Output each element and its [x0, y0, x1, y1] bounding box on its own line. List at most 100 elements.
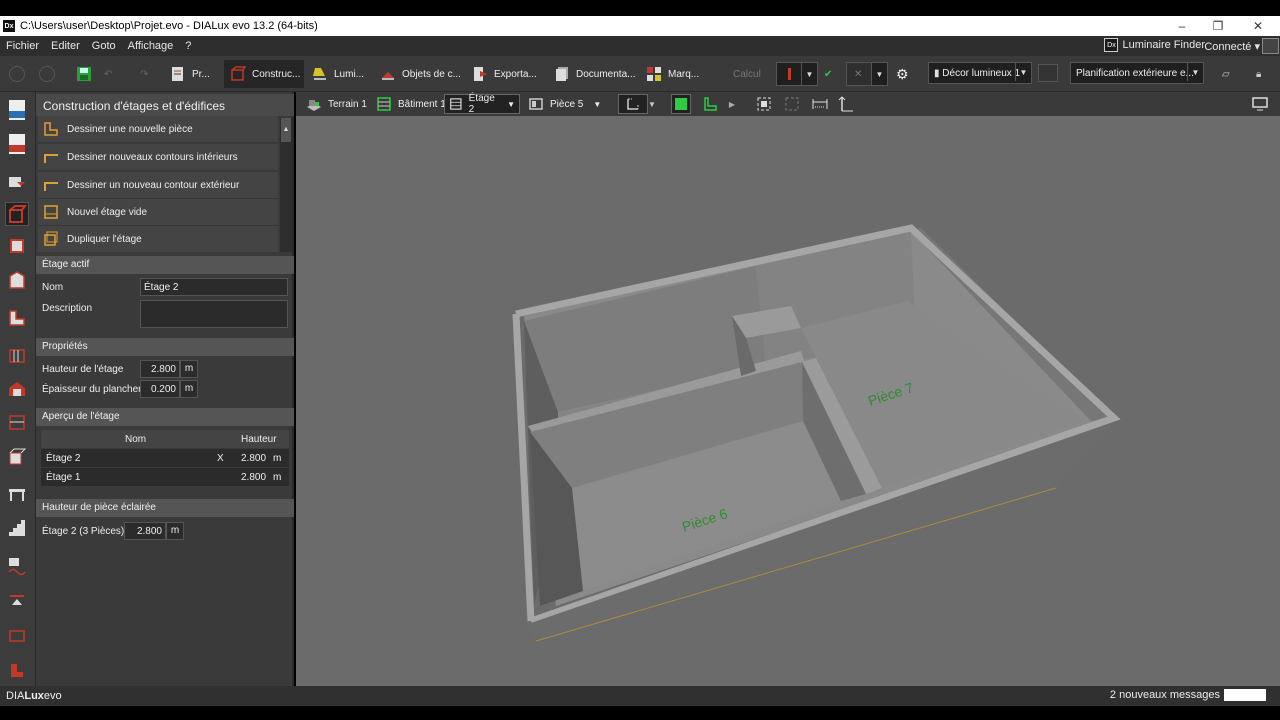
menu-editer[interactable]: Editer [45, 40, 86, 52]
3d-viewport[interactable]: Pièce 6 Pièce 7 [296, 116, 1280, 686]
stairs-icon[interactable] [5, 516, 29, 540]
actions-scrollbar[interactable]: ▲ [280, 118, 292, 252]
floor-height-input[interactable]: 2.800 [140, 360, 180, 378]
frame-icon[interactable] [5, 624, 29, 648]
back-icon[interactable] [9, 66, 25, 82]
documentation-icon [556, 67, 568, 81]
display-mode-button[interactable] [1250, 94, 1270, 114]
import-object-icon[interactable] [5, 170, 29, 194]
duplicate-floor-icon [44, 231, 58, 246]
chevron-down-icon: ▼ [593, 99, 602, 109]
draw-outer-contour-action[interactable]: Dessiner un nouveau contour extérieur [38, 172, 278, 199]
new-messages-link[interactable]: 2 nouveaux messages [1110, 689, 1220, 701]
arrow-down-icon[interactable] [5, 590, 29, 614]
room-icon[interactable] [5, 234, 29, 258]
tab-markers[interactable]: Marq... [646, 60, 706, 88]
minimize-button[interactable]: – [1164, 16, 1200, 36]
restore-button[interactable]: ❐ [1200, 16, 1236, 36]
dwg-import-icon[interactable] [5, 98, 29, 122]
floor-thickness-label: Épaisseur du plancher [42, 384, 142, 395]
save-button[interactable] [76, 60, 98, 88]
selection-icon [627, 98, 639, 110]
planning-dropdown[interactable]: Planification extérieure e... ▼ [1070, 62, 1204, 84]
cut-icon[interactable] [5, 410, 29, 434]
redo-button[interactable]: ↷ [140, 60, 148, 88]
tab-luminaires-label: Lumi... [334, 68, 365, 80]
scroll-up-arrow-icon[interactable]: ▲ [281, 118, 291, 142]
connected-status[interactable]: Connecté ▾ [1204, 40, 1260, 53]
cancel-dropdown[interactable]: ✕ ▼ [846, 62, 888, 86]
screen-top-band [0, 0, 1280, 16]
tab-project[interactable]: Pr... [170, 60, 222, 88]
zoom-selection-button[interactable] [782, 94, 802, 114]
brand-part-c: evo [43, 690, 62, 702]
measure-vertical-button[interactable] [836, 94, 856, 114]
floor-overview-section: Aperçu de l'étage [36, 408, 294, 426]
daylight-icon[interactable] [5, 556, 29, 580]
user-avatar[interactable] [1262, 38, 1279, 54]
description-input[interactable] [140, 300, 288, 328]
breadcrumb-label: Pièce 5 [550, 98, 584, 110]
action-label: Dessiner nouveaux contours intérieurs [67, 151, 238, 163]
undo-button[interactable]: ↶ [104, 60, 112, 88]
menu-affichage[interactable]: Affichage [122, 40, 180, 52]
lit-room-height-input[interactable]: 2.800 [124, 522, 166, 540]
fill-icon[interactable] [5, 658, 29, 682]
luminaire-finder-button[interactable]: Dx Luminaire Finder [1104, 38, 1205, 52]
table-row[interactable]: Étage 2 X 2.800 m [41, 449, 289, 468]
breadcrumb-building[interactable]: Bâtiment 1 [372, 94, 450, 114]
breadcrumb-label: Terrain 1 [328, 98, 367, 110]
close-button[interactable]: ✕ [1240, 16, 1276, 36]
ifc-import-icon[interactable] [5, 132, 29, 156]
row-delete-mark[interactable]: X [217, 453, 224, 464]
new-empty-floor-action[interactable]: Nouvel étage vide [38, 199, 278, 226]
calc-dropdown[interactable]: ▼ [776, 62, 818, 86]
calc-red-marker [788, 68, 791, 80]
floor-construction-icon[interactable] [5, 202, 29, 226]
floor-thickness-input[interactable]: 0.200 [140, 380, 180, 398]
wall-icon[interactable] [5, 268, 29, 292]
luminaire-finder-label: Luminaire Finder [1122, 39, 1205, 51]
green-cube-button[interactable] [671, 94, 691, 114]
floor-overview-table: Nom Hauteur Étage 2 X 2.800 m Étage 1 2.… [41, 430, 289, 487]
table-row[interactable]: Étage 1 2.800 m [41, 468, 289, 487]
breadcrumb-room[interactable]: Pièce 5 ▼ [524, 94, 605, 114]
table-header: Nom Hauteur [41, 430, 289, 449]
grid-plane-icon[interactable]: ▱ [1222, 60, 1230, 88]
duplicate-floor-action[interactable]: Dupliquer l'étage [38, 226, 278, 253]
draw-inner-contours-action[interactable]: Dessiner nouveaux contours intérieurs [38, 144, 278, 171]
chevron-down-icon: ▼ [871, 63, 887, 85]
lock-icon[interactable]: 🔒︎ [1256, 60, 1261, 88]
tab-luminaires[interactable]: Lumi... [312, 60, 372, 88]
contour-icon[interactable] [5, 306, 29, 330]
settings-gear-icon[interactable]: ⚙ [896, 60, 909, 88]
tab-documentation[interactable]: Documenta... [554, 60, 638, 88]
box-icon[interactable] [5, 444, 29, 468]
check-icon[interactable]: ✔ [824, 60, 832, 88]
tab-construction[interactable]: Construc... [224, 60, 304, 88]
messages-indicator[interactable] [1224, 689, 1266, 701]
decor-edit-button[interactable] [1038, 64, 1058, 82]
menu-goto[interactable]: Goto [86, 40, 122, 52]
breadcrumb-floor[interactable]: Étage 2 ▼ [444, 93, 520, 115]
tab-objects[interactable]: Objets de c... [380, 60, 466, 88]
building-icon[interactable] [5, 376, 29, 400]
breadcrumb-terrain[interactable]: Terrain 1 [302, 94, 371, 114]
draw-new-room-action[interactable]: Dessiner une nouvelle pièce [38, 116, 278, 143]
play-arrow-icon[interactable]: ▶ [722, 94, 742, 114]
row-height: 2.800 [241, 453, 267, 464]
l-shape-button[interactable] [700, 94, 720, 114]
menu-help[interactable]: ? [179, 40, 197, 52]
table-object-icon[interactable] [5, 482, 29, 506]
roof-icon[interactable] [5, 342, 29, 366]
menu-fichier[interactable]: Fichier [0, 40, 45, 52]
forward-icon[interactable] [39, 66, 55, 82]
floor-name-input[interactable]: Étage 2 [140, 278, 288, 296]
tab-export[interactable]: Exporta... [472, 60, 546, 88]
measure-horizontal-button[interactable] [810, 94, 830, 114]
decor-dropdown[interactable]: ▮ Décor lumineux 1 ▼ [928, 62, 1032, 84]
fit-view-button[interactable] [754, 94, 774, 114]
properties-section: Propriétés [36, 338, 294, 356]
chevron-down-icon[interactable]: ▼ [642, 94, 662, 114]
measure-vertical-icon [838, 96, 853, 112]
